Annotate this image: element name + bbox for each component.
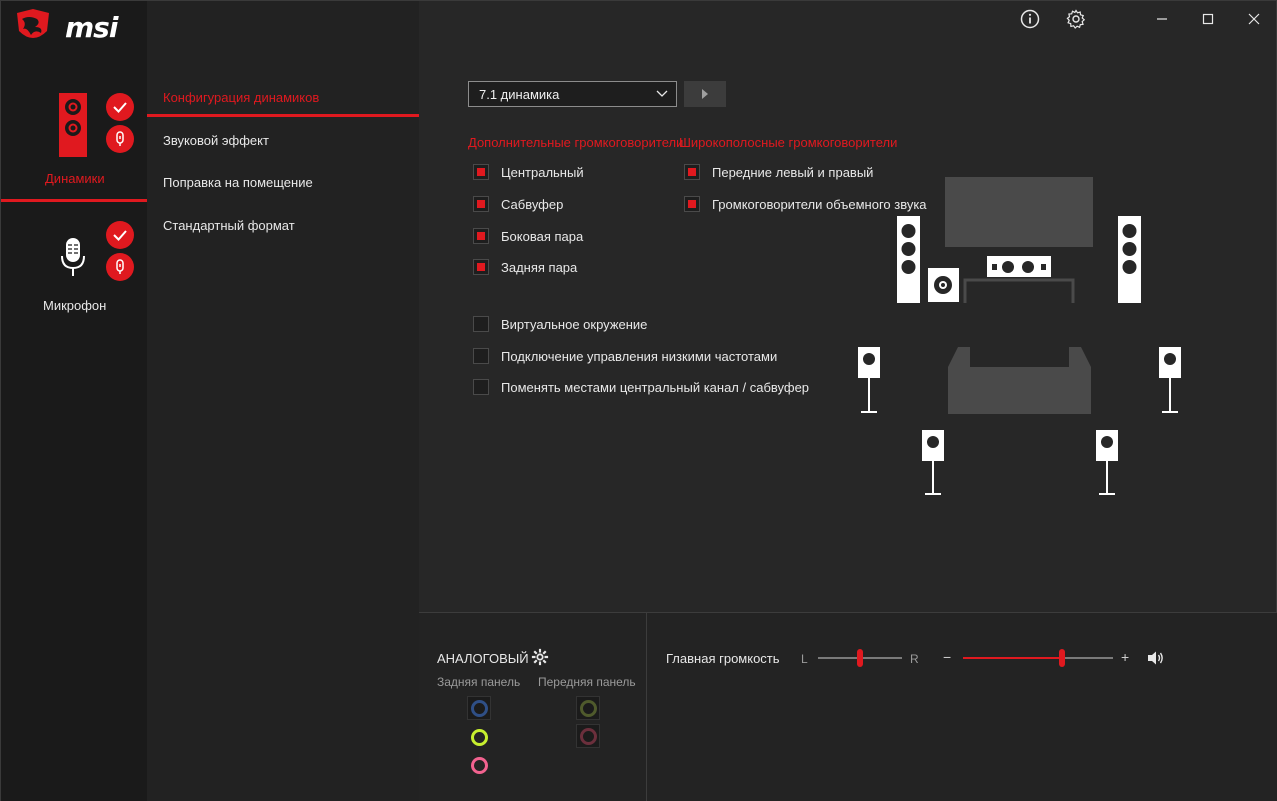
fullrange-speakers-title: Широкополосные громкоговорители [679,135,898,150]
checkbox-label: Задняя пара [501,259,578,275]
front-right-speaker-icon [1118,216,1141,303]
gear-icon [1066,9,1086,29]
tv-stand-icon [963,278,1075,303]
optional-speakers-title: Дополнительные громкоговорители [468,135,684,150]
microphone-device-icon [61,238,85,276]
checkbox-box[interactable] [473,228,489,244]
rear-jack-mic-in[interactable] [467,753,491,777]
checkbox-label: Сабвуфер [501,196,564,212]
rear-jack-line-in[interactable] [467,696,491,720]
rear-panel-label: Задняя панель [437,675,521,689]
front-jack-headphone[interactable] [576,696,600,720]
checkbox-box[interactable] [473,164,489,180]
mute-button[interactable] [1146,650,1166,666]
sofa-icon [948,347,1091,414]
checkbox-label: Поменять местами центральный канал / саб… [501,379,810,395]
info-circle-icon [1020,9,1040,29]
settings-menu: Конфигурация динамиков Звуковой эффект П… [147,1,419,801]
checkbox-box[interactable] [473,379,489,395]
checkbox-box[interactable] [473,348,489,364]
app-window: msi Динамики Микрофон Конфигурация динам… [0,0,1277,801]
master-volume-label: Главная громкость [666,651,780,666]
checkbox-rear-pair[interactable]: Задняя пара [473,258,577,276]
close-button[interactable] [1242,7,1266,31]
master-volume-fill [963,657,1062,659]
rear-right-speaker-icon [1096,430,1118,495]
checkbox-box[interactable] [684,196,700,212]
microphone-communication-icon[interactable] [106,253,134,281]
info-button[interactable] [1018,7,1042,31]
volume-plus-button[interactable]: + [1121,649,1129,665]
speakers-default-check-icon[interactable] [106,93,134,121]
maximize-icon [1202,13,1214,25]
test-play-button[interactable] [684,81,726,107]
device-label-microphone: Микрофон [43,298,107,313]
device-label-speakers: Динамики [45,171,105,186]
checkbox-label: Боковая пара [501,228,584,244]
rear-left-speaker-icon [922,430,944,495]
maximize-button[interactable] [1196,7,1220,31]
menu-item-room-correction[interactable]: Поправка на помещение [163,175,313,190]
checkbox-label: Подключение управления низкими частотами [501,348,778,364]
speaker-config-value: 7.1 динамика [479,87,560,102]
checkbox-box[interactable] [684,164,700,180]
side-right-speaker-icon [1159,347,1181,413]
checkbox-box[interactable] [473,316,489,332]
device-speakers[interactable]: Динамики [1,81,147,203]
checkbox-subwoofer[interactable]: Сабвуфер [473,195,563,213]
settings-button[interactable] [1064,7,1088,31]
checkbox-side-pair[interactable]: Боковая пара [473,227,583,245]
device-microphone[interactable]: Микрофон [1,216,147,326]
volume-minus-button[interactable]: − [943,649,951,665]
device-column: msi Динамики Микрофон [1,1,147,801]
side-left-speaker-icon [858,347,880,413]
gear-icon [531,648,549,666]
minimize-icon [1157,18,1167,20]
speakers-communication-icon[interactable] [106,125,134,153]
speaker-config-select[interactable]: 7.1 динамика [468,81,677,107]
balance-slider-thumb[interactable] [857,649,863,667]
front-left-speaker-icon [897,216,920,303]
play-icon [702,89,708,99]
front-jack-mic[interactable] [576,724,600,748]
tv-screen-icon [945,177,1093,247]
minimize-button[interactable] [1150,7,1174,31]
menu-item-speaker-config[interactable]: Конфигурация динамиков [163,90,319,105]
menu-active-underline [147,114,419,117]
checkbox-label: Передние левый и правый [712,164,874,180]
center-speaker-icon [987,256,1051,277]
front-panel-label: Передняя панель [538,675,636,689]
bottom-panel [419,612,1277,801]
dragon-shield-icon [17,9,49,38]
checkbox-swap-center-sub[interactable]: Поменять местами центральный канал / саб… [473,378,809,396]
checkbox-box[interactable] [473,196,489,212]
speaker-volume-icon [1148,651,1163,665]
menu-item-default-format[interactable]: Стандартный формат [163,218,295,233]
rear-jack-line-out[interactable] [467,725,491,749]
analog-settings-button[interactable] [531,648,551,668]
balance-right-label: R [910,652,919,666]
subwoofer-icon [928,268,959,302]
msi-logo: msi [13,9,143,45]
checkbox-label: Виртуальное окружение [501,316,648,332]
brand-logo-text: msi [65,11,118,44]
checkbox-front-lr[interactable]: Передние левый и правый [684,163,873,181]
speaker-room-diagram[interactable] [851,173,1191,503]
speaker-device-icon [59,93,87,157]
checkbox-virtual-surround[interactable]: Виртуальное окружение [473,315,647,333]
microphone-default-check-icon[interactable] [106,221,134,249]
analog-title: АНАЛОГОВЫЙ [437,651,529,666]
checkbox-label: Центральный [501,164,584,180]
checkbox-box[interactable] [473,259,489,275]
bottom-divider [646,613,647,801]
master-volume-thumb[interactable] [1059,649,1065,667]
menu-item-sound-effect[interactable]: Звуковой эффект [163,133,269,148]
chevron-down-icon [656,90,668,97]
close-icon [1248,13,1260,25]
device-active-underline [1,199,147,202]
checkbox-center[interactable]: Центральный [473,163,584,181]
balance-left-label: L [801,652,808,666]
checkbox-bass-management[interactable]: Подключение управления низкими частотами [473,347,777,365]
